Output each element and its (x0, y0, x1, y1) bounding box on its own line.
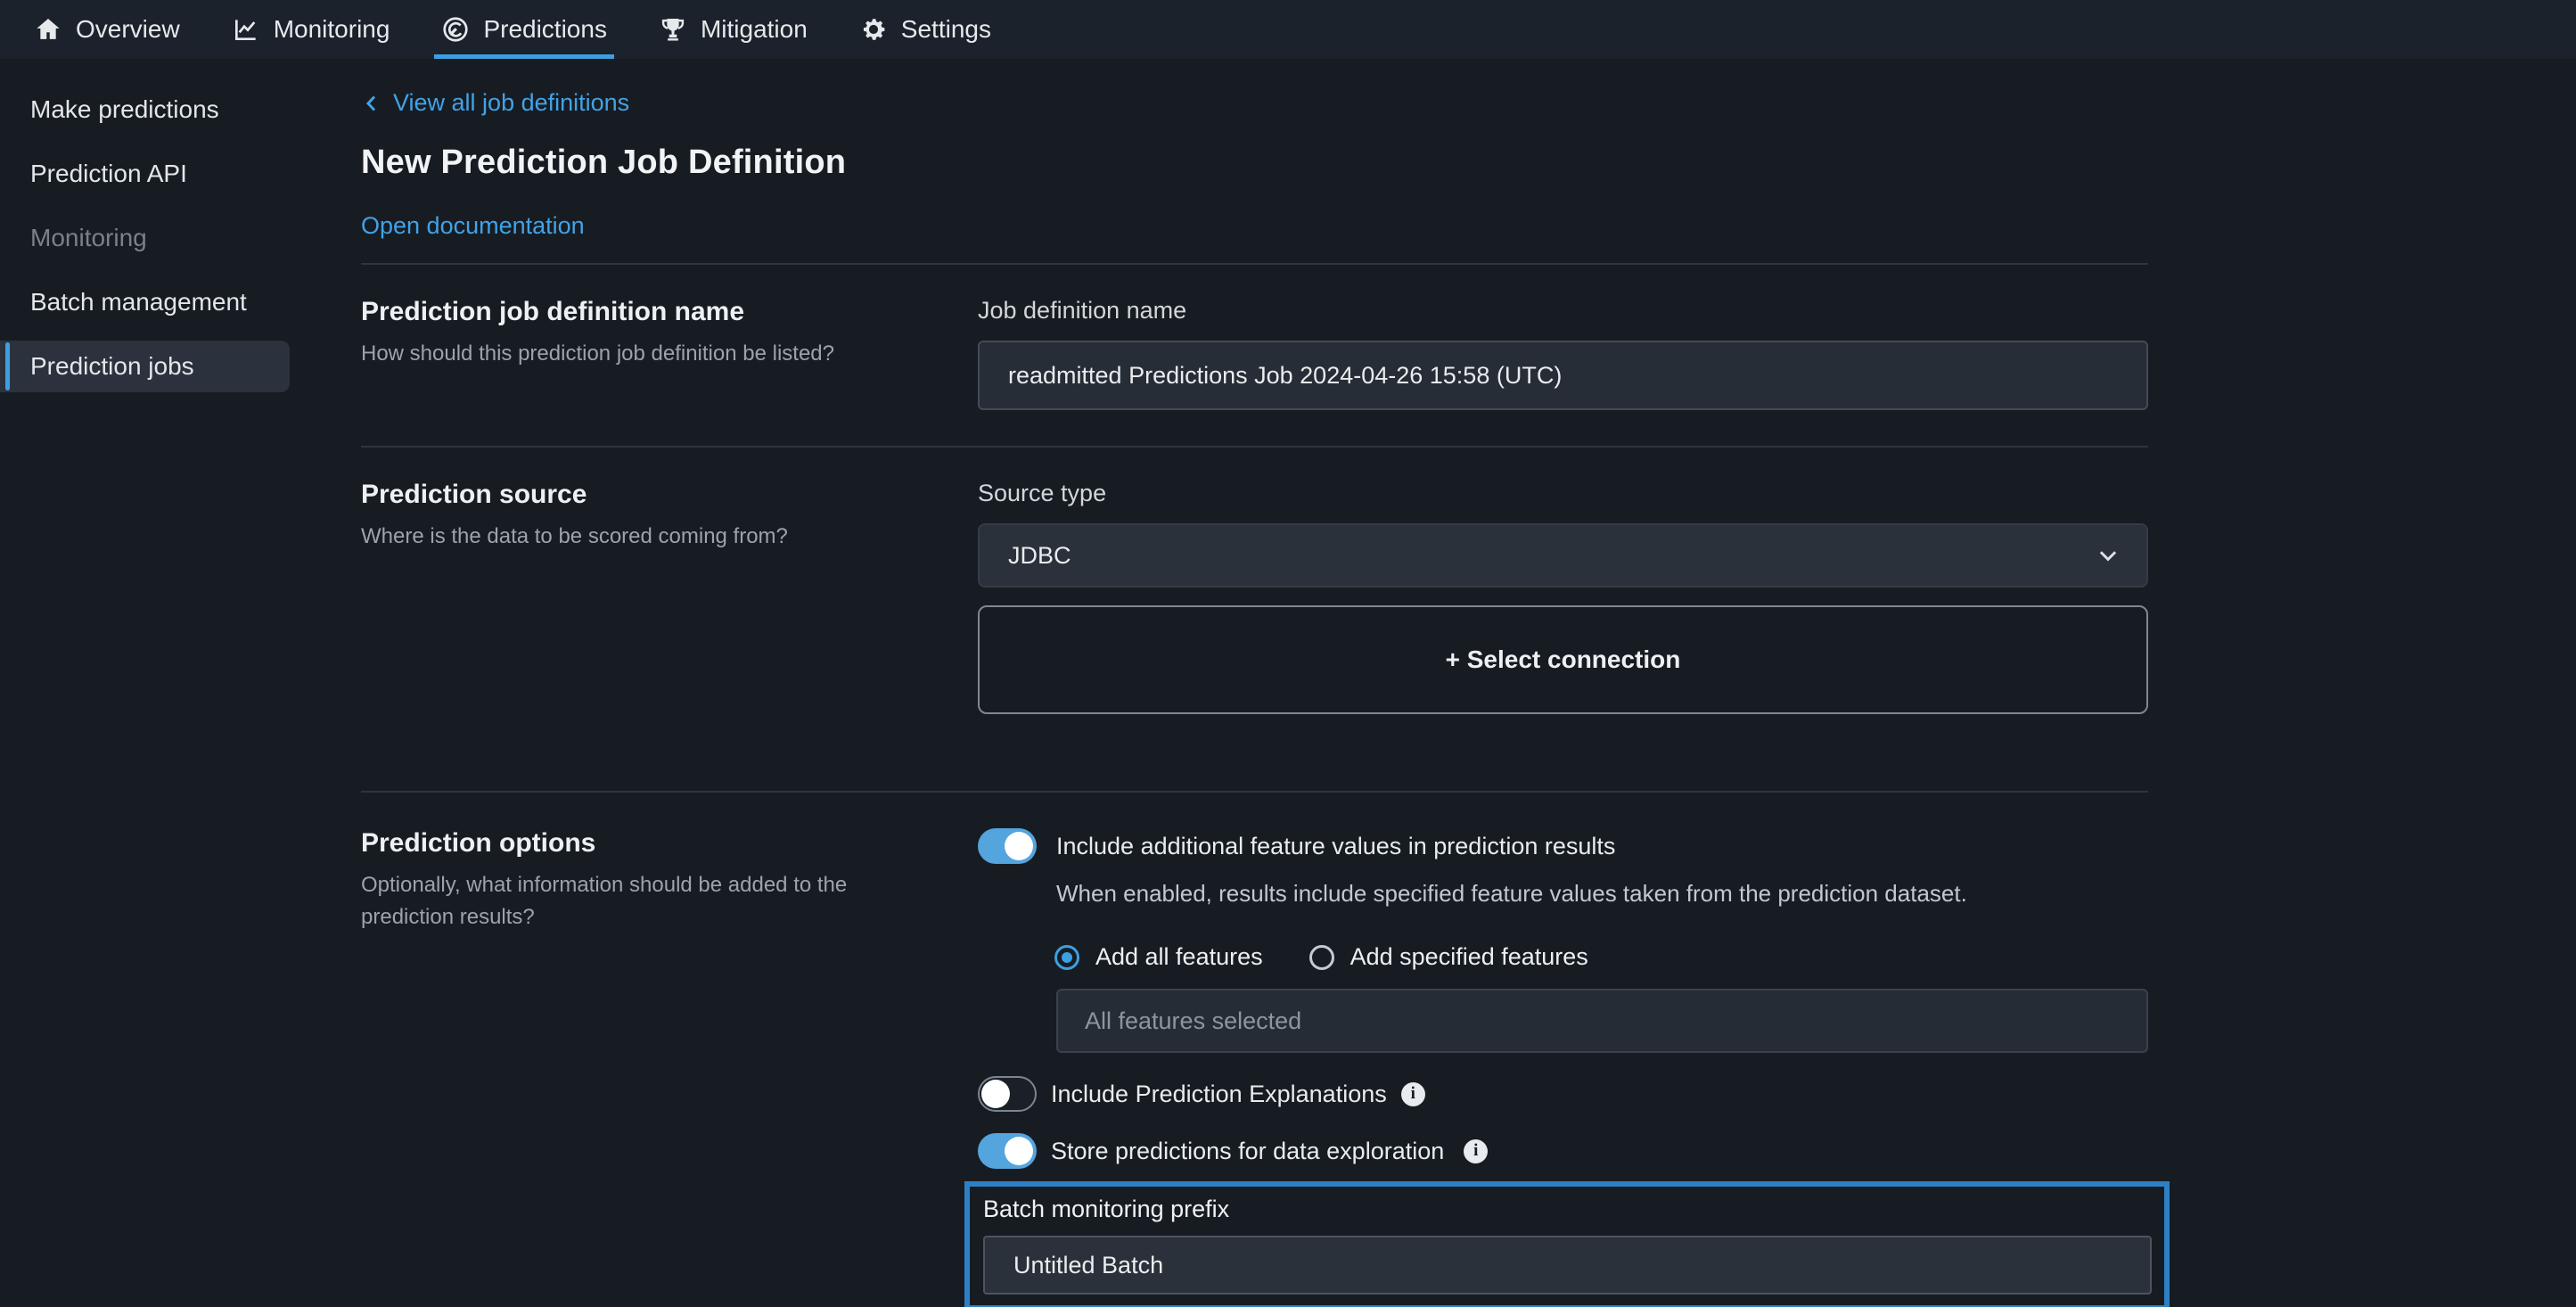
nav-item-settings[interactable]: Settings (859, 0, 991, 59)
section-prediction-options-fields: Include additional feature values in pre… (978, 828, 2148, 1307)
page-title: New Prediction Job Definition (361, 144, 2148, 182)
sidebar-item-prediction-jobs[interactable]: Prediction jobs (0, 341, 290, 392)
source-type-select[interactable]: JDBC (978, 523, 2148, 588)
radio-add-specified-features[interactable]: Add specified features (1309, 943, 1588, 971)
nav-item-label: Monitoring (274, 15, 390, 44)
nav-item-label: Settings (901, 15, 991, 44)
sidebar-item-label: Prediction jobs (30, 352, 194, 381)
radio-unselected-icon (1309, 945, 1334, 970)
features-input[interactable]: All features selected (1056, 989, 2148, 1053)
info-icon[interactable] (1401, 1082, 1425, 1106)
radio-selected-icon (1054, 945, 1079, 970)
sidebar-item-label: Prediction API (30, 160, 187, 188)
section-heading: Prediction job definition name (361, 297, 929, 327)
sidebar-item-make-predictions[interactable]: Make predictions (0, 84, 290, 136)
main-content: View all job definitions New Prediction … (361, 59, 2148, 1307)
include-features-row: Include additional feature values in pre… (978, 828, 2148, 864)
sidebar-item-batch-management[interactable]: Batch management (0, 276, 290, 328)
store-predictions-label: Store predictions for data exploration (1051, 1138, 1444, 1165)
info-icon[interactable] (1464, 1139, 1488, 1163)
chevron-down-icon (2095, 542, 2121, 569)
prediction-explanations-toggle[interactable] (978, 1076, 1037, 1112)
back-link-label: View all job definitions (393, 89, 629, 117)
nav-item-predictions[interactable]: Predictions (441, 0, 607, 59)
batch-prefix-value: Untitled Batch (1013, 1252, 1163, 1279)
sidebar-item-prediction-api[interactable]: Prediction API (0, 148, 290, 200)
batch-monitoring-highlight: Batch monitoring prefix Untitled Batch (964, 1181, 2170, 1307)
batch-prefix-input[interactable]: Untitled Batch (983, 1236, 2152, 1295)
select-connection-button[interactable]: + Select connection (978, 605, 2148, 714)
nav-item-label: Predictions (483, 15, 607, 44)
source-type-label: Source type (978, 480, 2148, 507)
radio-label: Add specified features (1350, 943, 1588, 971)
sidebar: Make predictions Prediction API Monitori… (0, 59, 361, 1307)
sidebar-item-label: Monitoring (30, 224, 147, 252)
back-link[interactable]: View all job definitions (361, 89, 629, 117)
trophy-icon (659, 15, 687, 44)
section-prediction-options-info: Prediction options Optionally, what info… (361, 828, 978, 1307)
nav-item-monitoring[interactable]: Monitoring (232, 0, 390, 59)
section-job-name-fields: Job definition name readmitted Predictio… (978, 297, 2148, 410)
section-description: Where is the data to be scored coming fr… (361, 521, 929, 553)
store-predictions-row: Store predictions for data exploration (978, 1133, 2148, 1169)
nav-item-mitigation[interactable]: Mitigation (659, 0, 808, 59)
section-job-name-info: Prediction job definition name How shoul… (361, 297, 978, 410)
section-prediction-source: Prediction source Where is the data to b… (361, 448, 2148, 768)
prediction-explanations-row: Include Prediction Explanations (978, 1076, 2148, 1112)
nav-item-label: Mitigation (701, 15, 808, 44)
home-icon (34, 15, 62, 44)
section-prediction-source-info: Prediction source Where is the data to b… (361, 480, 978, 714)
feature-radio-group: Add all features Add specified features (1054, 943, 2148, 971)
nav-item-label: Overview (76, 15, 180, 44)
section-prediction-source-fields: Source type JDBC + Select connection (978, 480, 2148, 714)
sidebar-item-label: Make predictions (30, 95, 219, 124)
gear-icon (859, 15, 888, 44)
radio-label: Add all features (1095, 943, 1263, 971)
section-description: How should this prediction job definitio… (361, 338, 929, 370)
job-name-value: readmitted Predictions Job 2024-04-26 15… (1008, 362, 1562, 390)
section-heading: Prediction options (361, 828, 929, 859)
section-heading: Prediction source (361, 480, 929, 510)
nav-item-overview[interactable]: Overview (34, 0, 180, 59)
chevron-left-icon (361, 93, 382, 114)
predictions-spiral-icon (441, 15, 470, 44)
include-features-label: Include additional feature values in pre… (1056, 833, 1615, 860)
line-chart-icon (232, 15, 260, 44)
batch-prefix-label: Batch monitoring prefix (983, 1196, 2152, 1223)
top-nav: Overview Monitoring Predictions Mitigati… (0, 0, 2576, 59)
include-features-help: When enabled, results include specified … (1056, 880, 2148, 908)
sidebar-item-monitoring: Monitoring (0, 212, 290, 264)
prediction-explanations-label: Include Prediction Explanations (1051, 1081, 1387, 1108)
features-placeholder: All features selected (1085, 1007, 1301, 1035)
store-predictions-toggle[interactable] (978, 1133, 1037, 1169)
job-name-label: Job definition name (978, 297, 2148, 325)
radio-add-all-features[interactable]: Add all features (1054, 943, 1263, 971)
section-description: Optionally, what information should be a… (361, 869, 929, 933)
documentation-link[interactable]: Open documentation (361, 212, 585, 240)
section-prediction-options: Prediction options Optionally, what info… (361, 793, 2148, 1307)
section-job-name: Prediction job definition name How shoul… (361, 265, 2148, 423)
include-features-toggle[interactable] (978, 828, 1037, 864)
sidebar-item-label: Batch management (30, 288, 247, 316)
source-type-value: JDBC (1008, 542, 1071, 570)
job-name-input[interactable]: readmitted Predictions Job 2024-04-26 15… (978, 341, 2148, 410)
